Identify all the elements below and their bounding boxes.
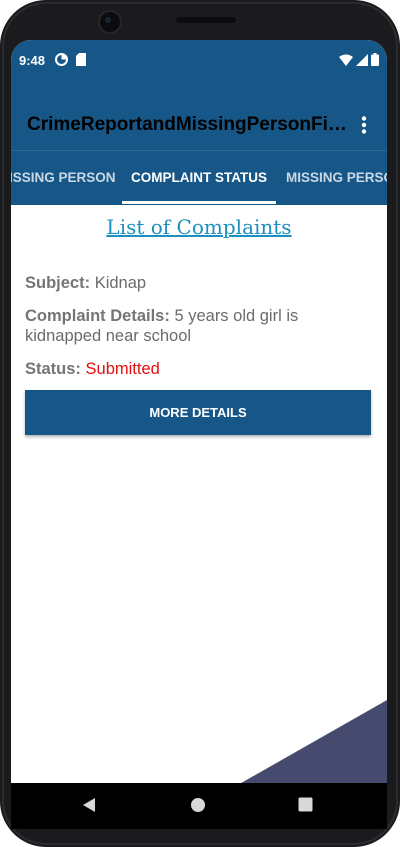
recents-icon [298, 797, 313, 812]
back-icon [83, 798, 95, 812]
status-icons-right [339, 53, 379, 71]
front-camera [98, 10, 122, 34]
status-label: Status: [25, 360, 81, 378]
page-heading[interactable]: List of Complaints [11, 215, 387, 239]
signal-icon [356, 53, 368, 71]
back-button[interactable] [81, 797, 97, 818]
complaint-details-label: Complaint Details: [25, 307, 170, 325]
more-details-button[interactable]: MORE DETAILS [25, 390, 371, 435]
overflow-menu-button[interactable] [351, 112, 377, 138]
subject-value: Kidnap [94, 274, 147, 292]
tab-bar: ISSING PERSON COMPLAINT STATUS MISSING P… [11, 150, 387, 205]
recents-button[interactable] [298, 797, 313, 817]
data-saver-icon [55, 53, 68, 71]
phone-frame: 9:48 CrimeReportandMissingPersonFin… ISS… [0, 0, 400, 847]
navigation-bar [11, 783, 387, 829]
status-time: 9:48 [19, 53, 46, 68]
home-button[interactable] [190, 797, 206, 818]
subject-label: Subject: [25, 274, 91, 292]
tab-missing-persons[interactable]: MISSING PERSO [286, 151, 387, 205]
tab-complaint-status[interactable]: COMPLAINT STATUS [122, 151, 276, 205]
more-vert-icon [361, 116, 367, 134]
home-icon [191, 798, 205, 812]
earpiece-speaker [176, 17, 236, 23]
screen: 9:48 CrimeReportandMissingPersonFin… ISS… [11, 40, 387, 823]
sd-card-icon [76, 53, 86, 71]
subject-field: Subject: Kidnap [25, 273, 375, 293]
complaint-details-field: Complaint Details: 5 years old girl is k… [25, 306, 375, 346]
status-value: Submitted [85, 360, 160, 378]
status-field: Status: Submitted [25, 359, 375, 379]
status-bar: 9:48 [11, 40, 387, 80]
wifi-icon [339, 53, 353, 71]
status-icons-left [55, 53, 86, 71]
selected-tab-indicator [122, 201, 276, 204]
app-title: CrimeReportandMissingPersonFin… [27, 114, 347, 135]
battery-icon [371, 53, 379, 71]
tab-missing-person[interactable]: ISSING PERSON [11, 151, 116, 205]
